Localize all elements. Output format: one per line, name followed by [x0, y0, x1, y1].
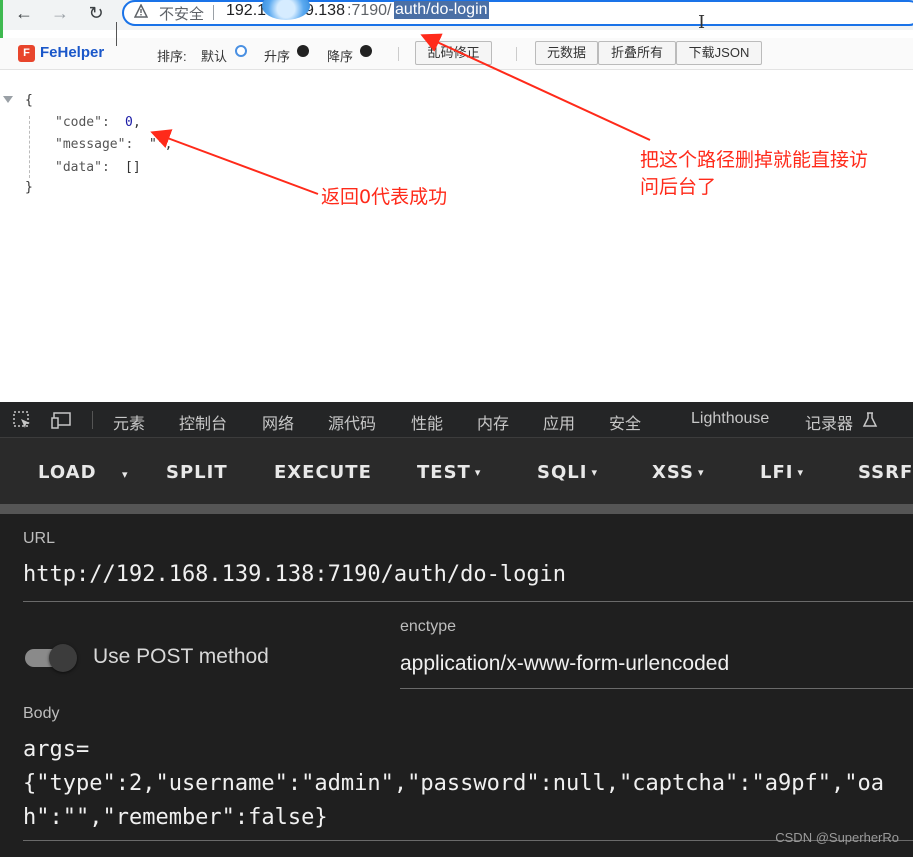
- ssrf-menu-button[interactable]: SSRF: [858, 462, 913, 483]
- tab-elements[interactable]: 元素: [113, 410, 145, 434]
- devtools-divider: [92, 411, 93, 429]
- tab-memory[interactable]: 内存: [477, 410, 509, 434]
- inspect-element-icon[interactable]: [12, 410, 32, 430]
- tab-performance[interactable]: 性能: [411, 410, 443, 434]
- xss-menu-button[interactable]: XSS ▾: [652, 462, 705, 483]
- load-button[interactable]: LOAD: [38, 462, 97, 483]
- body-text-line[interactable]: args=: [23, 737, 89, 762]
- body-text-line[interactable]: h":"","remember":false}: [23, 805, 328, 830]
- tab-recorder[interactable]: 记录器: [805, 410, 853, 434]
- devtools-tab-bar: 元素 控制台 网络 源代码 性能 内存 应用 安全 Lighthouse 记录器: [0, 402, 913, 438]
- url-field[interactable]: http://192.168.139.138:7190/auth/do-logi…: [23, 562, 566, 587]
- post-method-label: Use POST method: [93, 645, 269, 668]
- watermark: CSDN @SuperherRo: [775, 830, 899, 845]
- arrow-to-code: [150, 129, 319, 195]
- flask-icon: [862, 412, 878, 427]
- post-method-toggle-knob[interactable]: [49, 644, 77, 672]
- tab-lighthouse[interactable]: Lighthouse: [691, 410, 769, 428]
- split-button[interactable]: SPLIT: [166, 462, 228, 483]
- tab-application[interactable]: 应用: [543, 410, 575, 434]
- enctype-select[interactable]: application/x-www-form-urlencoded: [400, 652, 729, 676]
- url-field-underline: [23, 601, 913, 602]
- lfi-menu-button[interactable]: LFI ▾: [760, 462, 804, 483]
- tab-security[interactable]: 安全: [609, 410, 641, 434]
- annotation-return-zero: 返回0代表成功: [321, 186, 448, 208]
- tab-console[interactable]: 控制台: [179, 410, 227, 434]
- annotation-delete-path-line1: 把这个路径删掉就能直接访: [640, 149, 869, 171]
- hackbar-divider: [116, 22, 117, 46]
- enctype-label: enctype: [400, 618, 457, 635]
- test-menu-button[interactable]: TEST ▾: [417, 462, 481, 483]
- tab-network[interactable]: 网络: [262, 410, 294, 434]
- body-text-line[interactable]: {"type":2,"username":"admin","password":…: [23, 771, 884, 796]
- sqli-menu-button[interactable]: SQLI ▾: [537, 462, 598, 483]
- hackbar-scrollbar[interactable]: [0, 504, 913, 514]
- annotation-arrows: [150, 33, 651, 195]
- url-field-label: URL: [23, 530, 56, 547]
- tab-sources[interactable]: 源代码: [328, 410, 376, 434]
- hackbar-toolbar: LOAD ▾ SPLIT EXECUTE TEST ▾ SQLI ▾ XSS ▾ LF…: [0, 438, 913, 504]
- arrow-to-url-path: [420, 33, 651, 141]
- body-field-label: Body: [23, 705, 60, 722]
- execute-button[interactable]: EXECUTE: [274, 462, 372, 483]
- annotation-delete-path-line2: 问后台了: [640, 176, 717, 198]
- load-dropdown-caret-icon[interactable]: ▾: [122, 468, 129, 481]
- device-toolbar-icon[interactable]: [50, 410, 74, 430]
- enctype-underline: [400, 688, 913, 689]
